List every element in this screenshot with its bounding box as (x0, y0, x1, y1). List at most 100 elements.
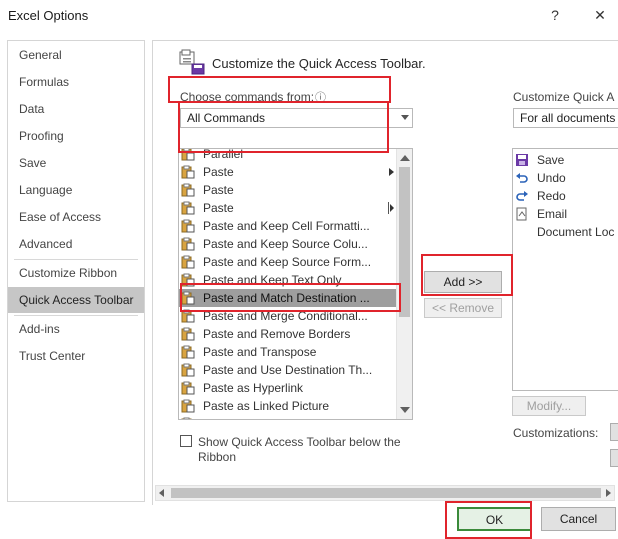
show-below-ribbon-checkbox[interactable] (180, 435, 192, 447)
qat-items-list[interactable]: Save Undo Redo Email Document Loc (512, 148, 618, 391)
paste-format-icon (181, 363, 195, 377)
show-below-ribbon-label-2: Ribbon (198, 450, 237, 464)
horizontal-scrollbar-thumb[interactable] (171, 488, 601, 498)
command-item[interactable]: Paste (179, 199, 396, 217)
command-item-label: Paste (203, 201, 234, 215)
scroll-down-icon[interactable] (400, 407, 410, 413)
qat-item-label: Undo (537, 171, 566, 185)
nav-item-data[interactable]: Data (8, 96, 144, 122)
scroll-right-icon[interactable] (606, 489, 611, 497)
paste-text-icon (181, 273, 195, 287)
paste-format-icon (181, 327, 195, 341)
scrollbar-thumb[interactable] (399, 167, 410, 317)
modify-button[interactable]: Modify... (512, 396, 586, 416)
section-heading: Customize the Quick Access Toolbar. (212, 56, 426, 71)
qat-scope-dropdown[interactable]: For all documents (513, 108, 618, 128)
command-item[interactable]: Paste and Keep Source Colu... (179, 235, 396, 253)
command-item-label: Paste and Keep Source Colu... (203, 237, 368, 251)
info-icon[interactable]: ⓘ (315, 89, 326, 105)
qat-item[interactable]: Save (513, 151, 617, 169)
nav-item-save[interactable]: Save (8, 150, 144, 176)
qat-item[interactable]: Redo (513, 187, 617, 205)
qat-scope-value: For all documents (520, 111, 616, 125)
command-item-label: Parallel (203, 148, 244, 161)
submenu-arrow-icon (389, 168, 394, 176)
remove-button[interactable]: << Remove (424, 298, 502, 318)
command-item[interactable]: Paste as Linked Picture (179, 397, 396, 415)
commands-scrollbar[interactable] (396, 149, 412, 419)
choose-commands-dropdown[interactable]: All Commands (180, 108, 413, 128)
pane-horizontal-scrollbar[interactable] (155, 485, 615, 501)
nav-item-language[interactable]: Language (8, 177, 144, 203)
ok-button[interactable]: OK (457, 507, 532, 531)
new-button-partial[interactable] (610, 423, 618, 441)
command-item[interactable]: Paste as Picture (179, 415, 396, 419)
close-button[interactable]: ✕ (589, 4, 611, 26)
qat-item[interactable]: Document Loc (513, 223, 617, 241)
paste-match-icon (181, 291, 195, 305)
command-item[interactable]: Paste and Transpose (179, 343, 396, 361)
reset-button-partial[interactable] (610, 449, 618, 467)
nav-item-advanced[interactable]: Advanced (8, 231, 144, 257)
split-menu-icon (388, 202, 394, 214)
nav-item-general[interactable]: General (8, 42, 144, 68)
command-item-label: Paste and Keep Source Form... (203, 255, 372, 269)
command-item-label: Paste (203, 165, 234, 179)
nav-item-ease-of-access[interactable]: Ease of Access (8, 204, 144, 230)
paste-format-icon (181, 255, 195, 269)
blank-icon (515, 225, 529, 239)
nav-item-customize-ribbon[interactable]: Customize Ribbon (8, 260, 144, 286)
commands-list[interactable]: Parallel Paste Paste Paste Paste and Keep Ce… (178, 148, 413, 420)
paste-icon (181, 201, 195, 215)
paste-icon (181, 183, 195, 197)
command-item[interactable]: Paste and Use Destination Th... (179, 361, 396, 379)
scroll-up-icon[interactable] (400, 155, 410, 161)
command-item[interactable]: Paste and Keep Text Only (179, 271, 396, 289)
paste-icon (181, 165, 195, 179)
cancel-button[interactable]: Cancel (541, 507, 616, 531)
add-button[interactable]: Add >> (424, 271, 502, 293)
command-item-label: Paste as Linked Picture (203, 399, 330, 413)
command-item[interactable]: Paste and Keep Source Form... (179, 253, 396, 271)
nav-item-formulas[interactable]: Formulas (8, 69, 144, 95)
paste-format-icon (181, 237, 195, 251)
command-item-label: Paste and Use Destination Th... (203, 363, 373, 377)
email-icon (515, 207, 529, 221)
command-item[interactable]: Paste as Hyperlink (179, 379, 396, 397)
window-title: Excel Options (8, 8, 89, 23)
choose-commands-value: All Commands (187, 111, 266, 125)
command-item[interactable]: Paste and Keep Cell Formatti... (179, 217, 396, 235)
qat-item-label: Save (537, 153, 565, 167)
redo-icon (515, 189, 529, 203)
linked-picture-icon (181, 399, 195, 413)
command-item-label: Paste and Transpose (203, 345, 317, 359)
show-below-ribbon-label: Show Quick Access Toolbar below the (198, 435, 401, 449)
command-item[interactable]: Parallel (179, 148, 396, 163)
nav-item-proofing[interactable]: Proofing (8, 123, 144, 149)
save-icon (515, 153, 529, 167)
help-button[interactable]: ? (544, 4, 566, 26)
nav-item-quick-access-toolbar[interactable]: Quick Access Toolbar (8, 287, 144, 313)
command-item[interactable]: Paste and Merge Conditional... (179, 307, 396, 325)
command-item[interactable]: Paste (179, 163, 396, 181)
customize-qat-label: Customize Quick A (513, 90, 615, 104)
paste-format-icon (181, 309, 195, 323)
picture-icon (181, 417, 195, 419)
nav-item-trust-center[interactable]: Trust Center (8, 343, 144, 369)
scroll-left-icon[interactable] (159, 489, 164, 497)
command-item-label: Paste and Merge Conditional... (203, 309, 368, 323)
command-item[interactable]: Paste (179, 181, 396, 199)
command-item[interactable]: Paste and Remove Borders (179, 325, 396, 343)
command-item-label: Paste (203, 183, 234, 197)
nav-item-add-ins[interactable]: Add-ins (8, 316, 144, 342)
chevron-down-icon (401, 115, 409, 120)
hyperlink-icon (181, 381, 195, 395)
command-item[interactable]: Paste and Match Destination ... (179, 289, 396, 307)
customizations-label: Customizations: (513, 426, 599, 440)
qat-item-label: Document Loc (537, 225, 615, 239)
qat-item[interactable]: Email (513, 205, 617, 223)
paste-format-icon (181, 345, 195, 359)
qat-item[interactable]: Undo (513, 169, 617, 187)
qat-item-label: Redo (537, 189, 566, 203)
quick-access-toolbar-icon (178, 48, 206, 76)
